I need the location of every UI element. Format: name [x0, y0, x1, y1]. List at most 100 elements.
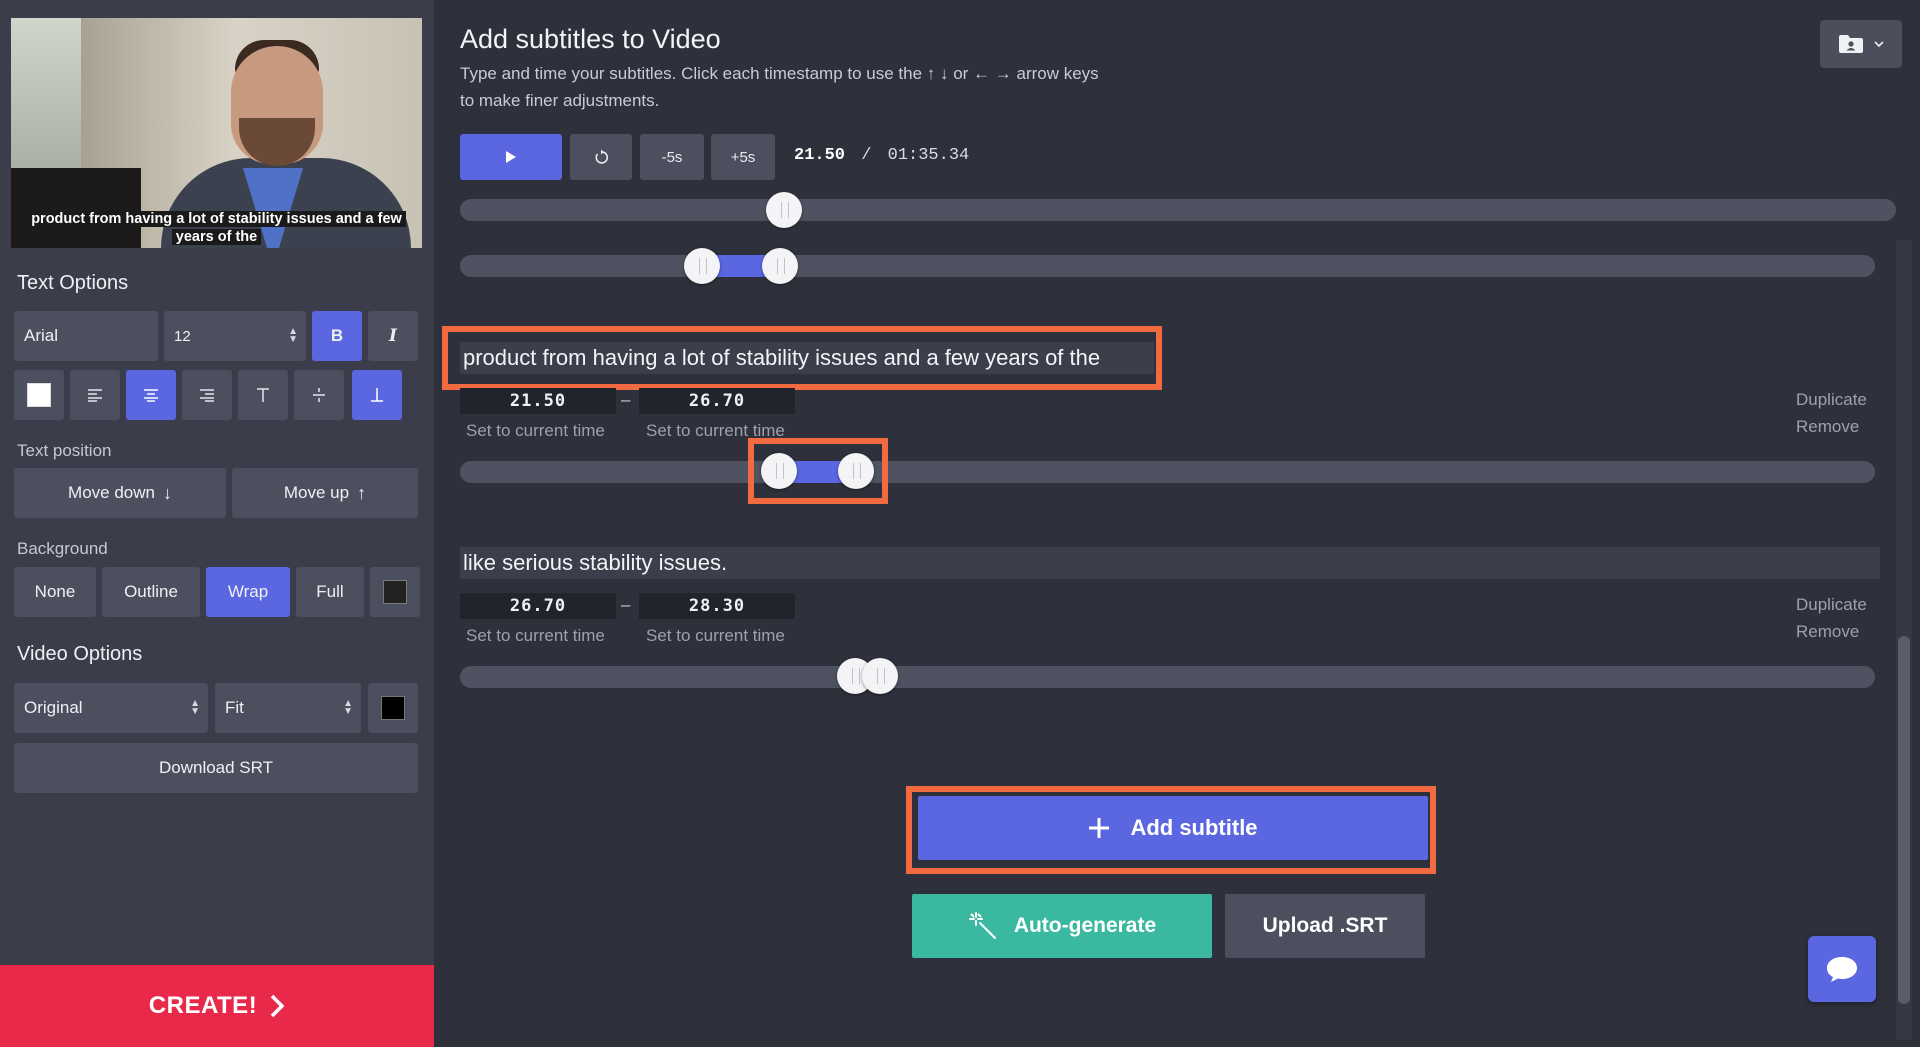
video-caption: product from having a lot of stability i…: [11, 210, 422, 246]
scrollbar-thumb[interactable]: [1898, 636, 1910, 1004]
bold-label: B: [330, 326, 344, 345]
video-preview[interactable]: product from having a lot of stability i…: [11, 18, 422, 248]
subtitle-2-end-value: 28.30: [688, 596, 746, 616]
move-up-button[interactable]: Move up ↑: [232, 468, 418, 518]
magic-wand-icon: [968, 912, 996, 939]
overview-end-knob[interactable]: [762, 248, 798, 284]
align-center-icon: [144, 389, 158, 402]
bg-outline-button[interactable]: Outline: [102, 567, 200, 617]
align-right-icon: [200, 389, 214, 402]
chevron-down-icon: [1874, 40, 1884, 47]
align-center-button[interactable]: [126, 370, 176, 420]
create-label: CREATE!: [148, 992, 258, 1019]
time-range-dash: –: [621, 390, 631, 409]
auto-generate-button[interactable]: Auto-generate: [912, 894, 1212, 958]
subtitle-2-duplicate[interactable]: Duplicate: [1796, 595, 1867, 615]
video-size-select[interactable]: Original ▲ ▼: [14, 683, 208, 733]
bg-wrap-button[interactable]: Wrap: [206, 567, 290, 617]
subtitle-1-set-start-current[interactable]: Set to current time: [466, 421, 605, 441]
upload-srt-button[interactable]: Upload .SRT: [1225, 894, 1425, 958]
arrow-down-icon: ↓: [162, 482, 172, 503]
align-left-icon: [88, 389, 102, 402]
bg-none-button[interactable]: None: [14, 567, 96, 617]
subtitle-1-start[interactable]: 21.50: [460, 388, 616, 414]
move-up-label: Move up: [283, 483, 350, 502]
bold-button[interactable]: B: [312, 311, 362, 361]
subtitle-1-duplicate[interactable]: Duplicate: [1796, 390, 1867, 410]
subtitle-1-end-value: 26.70: [688, 391, 746, 411]
text-options-title: Text Options: [17, 272, 129, 294]
bg-none-label: None: [34, 582, 76, 601]
align-left-button[interactable]: [70, 370, 120, 420]
valign-top-icon: [257, 388, 269, 402]
chat-bubble-icon: [1827, 957, 1857, 982]
italic-button[interactable]: I: [368, 311, 418, 361]
minus-5s-button[interactable]: -5s: [640, 134, 704, 180]
text-position-title: Text position: [17, 441, 112, 460]
bg-color-swatch: [383, 580, 407, 604]
highlight-subtitle-range: [748, 438, 888, 504]
subtitle-2-start[interactable]: 26.70: [460, 593, 616, 619]
create-button[interactable]: CREATE!: [0, 965, 434, 1047]
restart-icon: [595, 149, 609, 164]
chevron-right-icon: [270, 994, 285, 1018]
page-title: Add subtitles to Video: [460, 24, 721, 54]
chat-button[interactable]: [1808, 936, 1876, 1002]
align-right-button[interactable]: [182, 370, 232, 420]
subtitle-2-remove[interactable]: Remove: [1796, 622, 1859, 642]
auto-generate-label: Auto-generate: [1013, 914, 1157, 937]
video-fit-value: Fit: [225, 698, 244, 717]
subtitle-1-end[interactable]: 26.70: [639, 388, 795, 414]
download-srt-button[interactable]: Download SRT: [14, 743, 418, 793]
playhead-track[interactable]: [460, 199, 1896, 221]
overview-start-knob[interactable]: [684, 248, 720, 284]
video-fit-select[interactable]: Fit ▲ ▼: [215, 683, 361, 733]
font-select[interactable]: Arial: [14, 311, 158, 361]
select-arrows-icon: ▲ ▼: [343, 698, 353, 717]
sidebar: product from having a lot of stability i…: [0, 0, 434, 1047]
move-down-button[interactable]: Move down ↓: [14, 468, 226, 518]
video-bg-window: [11, 18, 81, 168]
arrow-up-icon: ↑: [357, 482, 367, 503]
bg-wrap-label: Wrap: [227, 582, 269, 601]
subtitle-text-2[interactable]: like serious stability issues.: [460, 547, 1880, 579]
bg-full-button[interactable]: Full: [296, 567, 364, 617]
font-size-select[interactable]: 12 ▲ ▼: [164, 311, 306, 361]
folder-menu-button[interactable]: [1820, 20, 1902, 68]
folder-user-icon: [1839, 35, 1863, 53]
valign-top-button[interactable]: [238, 370, 288, 420]
timecode: 21.50 / 01:35.34: [794, 146, 969, 165]
subtitle-2-set-end-current[interactable]: Set to current time: [646, 626, 785, 646]
video-bg-color-swatch: [381, 696, 405, 720]
bg-color-button[interactable]: [370, 567, 420, 617]
video-options-title: Video Options: [17, 643, 143, 665]
valign-bottom-button[interactable]: [352, 370, 402, 420]
bg-outline-label: Outline: [124, 582, 178, 601]
total-time: 01:35.34: [887, 146, 970, 165]
subtitle-2-start-value: 26.70: [509, 596, 567, 616]
select-arrows-icon: ▲ ▼: [190, 698, 200, 717]
current-time: 21.50: [794, 146, 846, 165]
subtitle-1-remove[interactable]: Remove: [1796, 417, 1859, 437]
subtitle-2-track[interactable]: [460, 666, 1875, 688]
plus-5s-label: +5s: [730, 148, 756, 166]
italic-label: I: [389, 326, 397, 346]
play-button[interactable]: [460, 134, 562, 180]
subtitle-2-end[interactable]: 28.30: [639, 593, 795, 619]
text-color-button[interactable]: [14, 370, 64, 420]
restart-button[interactable]: [570, 134, 632, 180]
subtitle-2-end-knob[interactable]: [862, 658, 898, 694]
plus-5s-button[interactable]: +5s: [711, 134, 775, 180]
valign-middle-icon: [313, 388, 325, 402]
valign-middle-button[interactable]: [294, 370, 344, 420]
minus-5s-label: -5s: [661, 148, 683, 166]
play-icon: [506, 151, 516, 163]
playhead-knob[interactable]: [766, 192, 802, 228]
overview-track[interactable]: [460, 255, 1875, 277]
subtitle-2-set-start-current[interactable]: Set to current time: [466, 626, 605, 646]
subtitle-1-track[interactable]: [460, 461, 1875, 483]
highlight-add-subtitle: [906, 786, 1436, 874]
upload-srt-label: Upload .SRT: [1262, 914, 1388, 937]
subtitle-text-2-value: like serious stability issues.: [463, 550, 728, 575]
video-bg-color-button[interactable]: [368, 683, 418, 733]
